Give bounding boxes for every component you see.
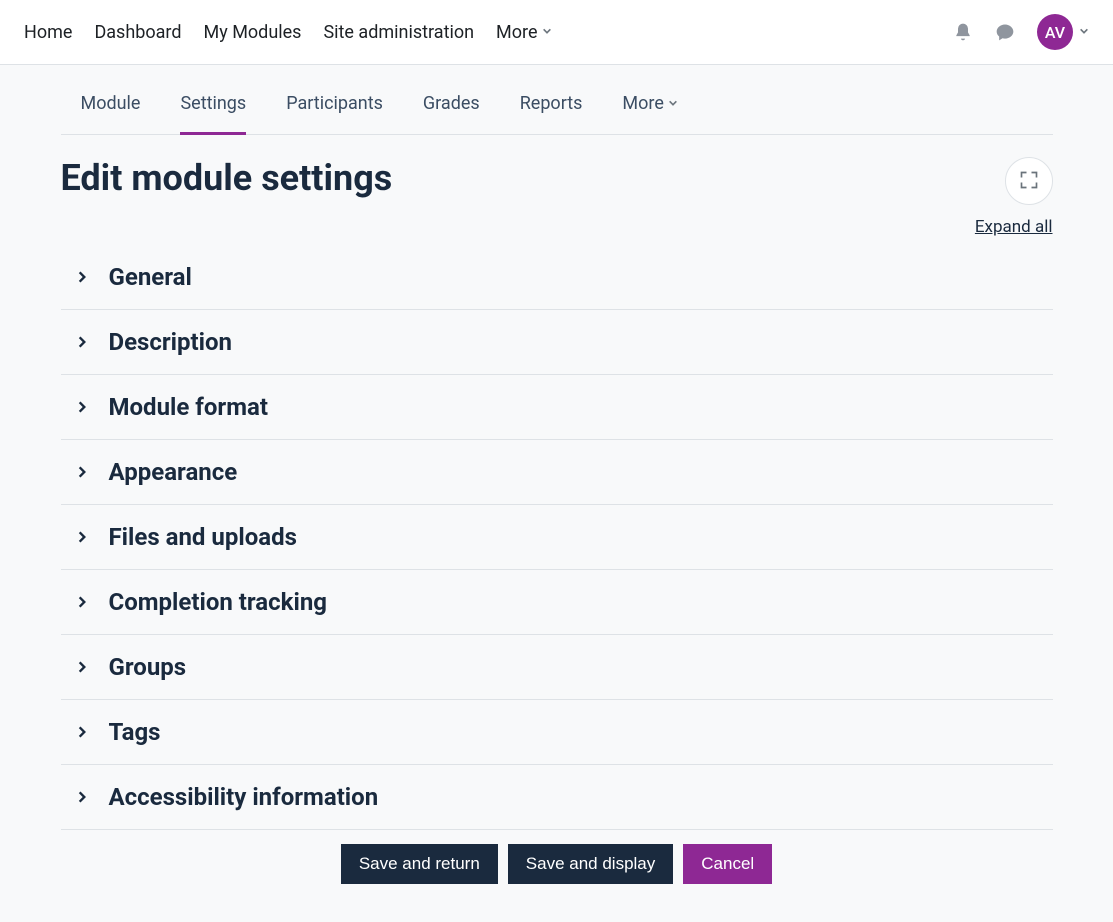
section-accessibility[interactable]: Accessibility information [61,765,1053,830]
section-title: Accessibility information [109,783,379,811]
expand-all-link[interactable]: Expand all [975,217,1053,237]
section-files-uploads[interactable]: Files and uploads [61,505,1053,570]
avatar: AV [1037,14,1073,50]
tab-settings[interactable]: Settings [180,93,246,135]
chevron-down-icon [668,97,678,111]
chevron-down-icon [542,25,552,39]
chevron-right-icon [61,465,89,479]
section-title: Module format [109,393,268,421]
section-tags[interactable]: Tags [61,700,1053,765]
section-title: Files and uploads [109,523,297,551]
global-nav-bar: Home Dashboard My Modules Site administr… [0,0,1113,65]
chevron-right-icon [61,270,89,284]
section-title: Description [109,328,233,356]
chevron-right-icon [61,725,89,739]
chevron-right-icon [61,530,89,544]
global-nav: Home Dashboard My Modules Site administr… [24,22,552,43]
section-title: Tags [109,718,161,746]
save-display-button[interactable]: Save and display [508,844,673,884]
section-groups[interactable]: Groups [61,635,1053,700]
tab-label: Settings [180,93,246,114]
user-menu[interactable]: AV [1037,14,1089,50]
form-sections: General Description Module format Appear… [61,245,1053,830]
section-title: Appearance [109,458,238,486]
nav-my-modules[interactable]: My Modules [204,22,302,43]
content-wrap: Module Settings Participants Grades Repo… [33,65,1081,884]
nav-label: Dashboard [94,22,181,43]
nav-home[interactable]: Home [24,22,72,43]
messages-icon[interactable] [995,22,1015,42]
nav-label: My Modules [204,22,302,43]
tab-grades[interactable]: Grades [423,93,480,135]
section-title: Completion tracking [109,588,328,616]
fullscreen-button[interactable] [1005,157,1053,205]
avatar-initials: AV [1045,23,1065,42]
section-title: Groups [109,653,187,681]
nav-more[interactable]: More [496,22,551,43]
tab-label: Reports [520,93,583,114]
nav-dashboard[interactable]: Dashboard [94,22,181,43]
cancel-button[interactable]: Cancel [683,844,772,884]
nav-site-admin[interactable]: Site administration [323,22,474,43]
chevron-right-icon [61,660,89,674]
chevron-right-icon [61,595,89,609]
tab-participants[interactable]: Participants [286,93,383,135]
section-description[interactable]: Description [61,310,1053,375]
action-row: Save and return Save and display Cancel [61,830,1053,884]
tab-more[interactable]: More [622,93,677,135]
chevron-right-icon [61,790,89,804]
bell-icon[interactable] [953,22,973,42]
chevron-right-icon [61,335,89,349]
tab-reports[interactable]: Reports [520,93,583,135]
section-title: General [109,263,192,291]
nav-label: Home [24,22,72,43]
chevron-down-icon [1079,25,1089,39]
secondary-nav: Module Settings Participants Grades Repo… [61,65,1053,135]
tab-label: Grades [423,93,480,114]
chevron-right-icon [61,400,89,414]
expand-all-row: Expand all [61,205,1053,245]
nav-label: More [496,22,537,43]
page-title: Edit module settings [61,157,393,199]
expand-icon [1019,170,1039,193]
page-header: Edit module settings [61,135,1053,205]
tab-label: Module [81,93,141,114]
topbar-right: AV [953,14,1089,50]
section-module-format[interactable]: Module format [61,375,1053,440]
tab-label: More [622,93,663,114]
section-appearance[interactable]: Appearance [61,440,1053,505]
tab-label: Participants [286,93,383,114]
nav-label: Site administration [323,22,474,43]
save-return-button[interactable]: Save and return [341,844,498,884]
tab-module[interactable]: Module [81,93,141,135]
section-completion-tracking[interactable]: Completion tracking [61,570,1053,635]
section-general[interactable]: General [61,245,1053,310]
